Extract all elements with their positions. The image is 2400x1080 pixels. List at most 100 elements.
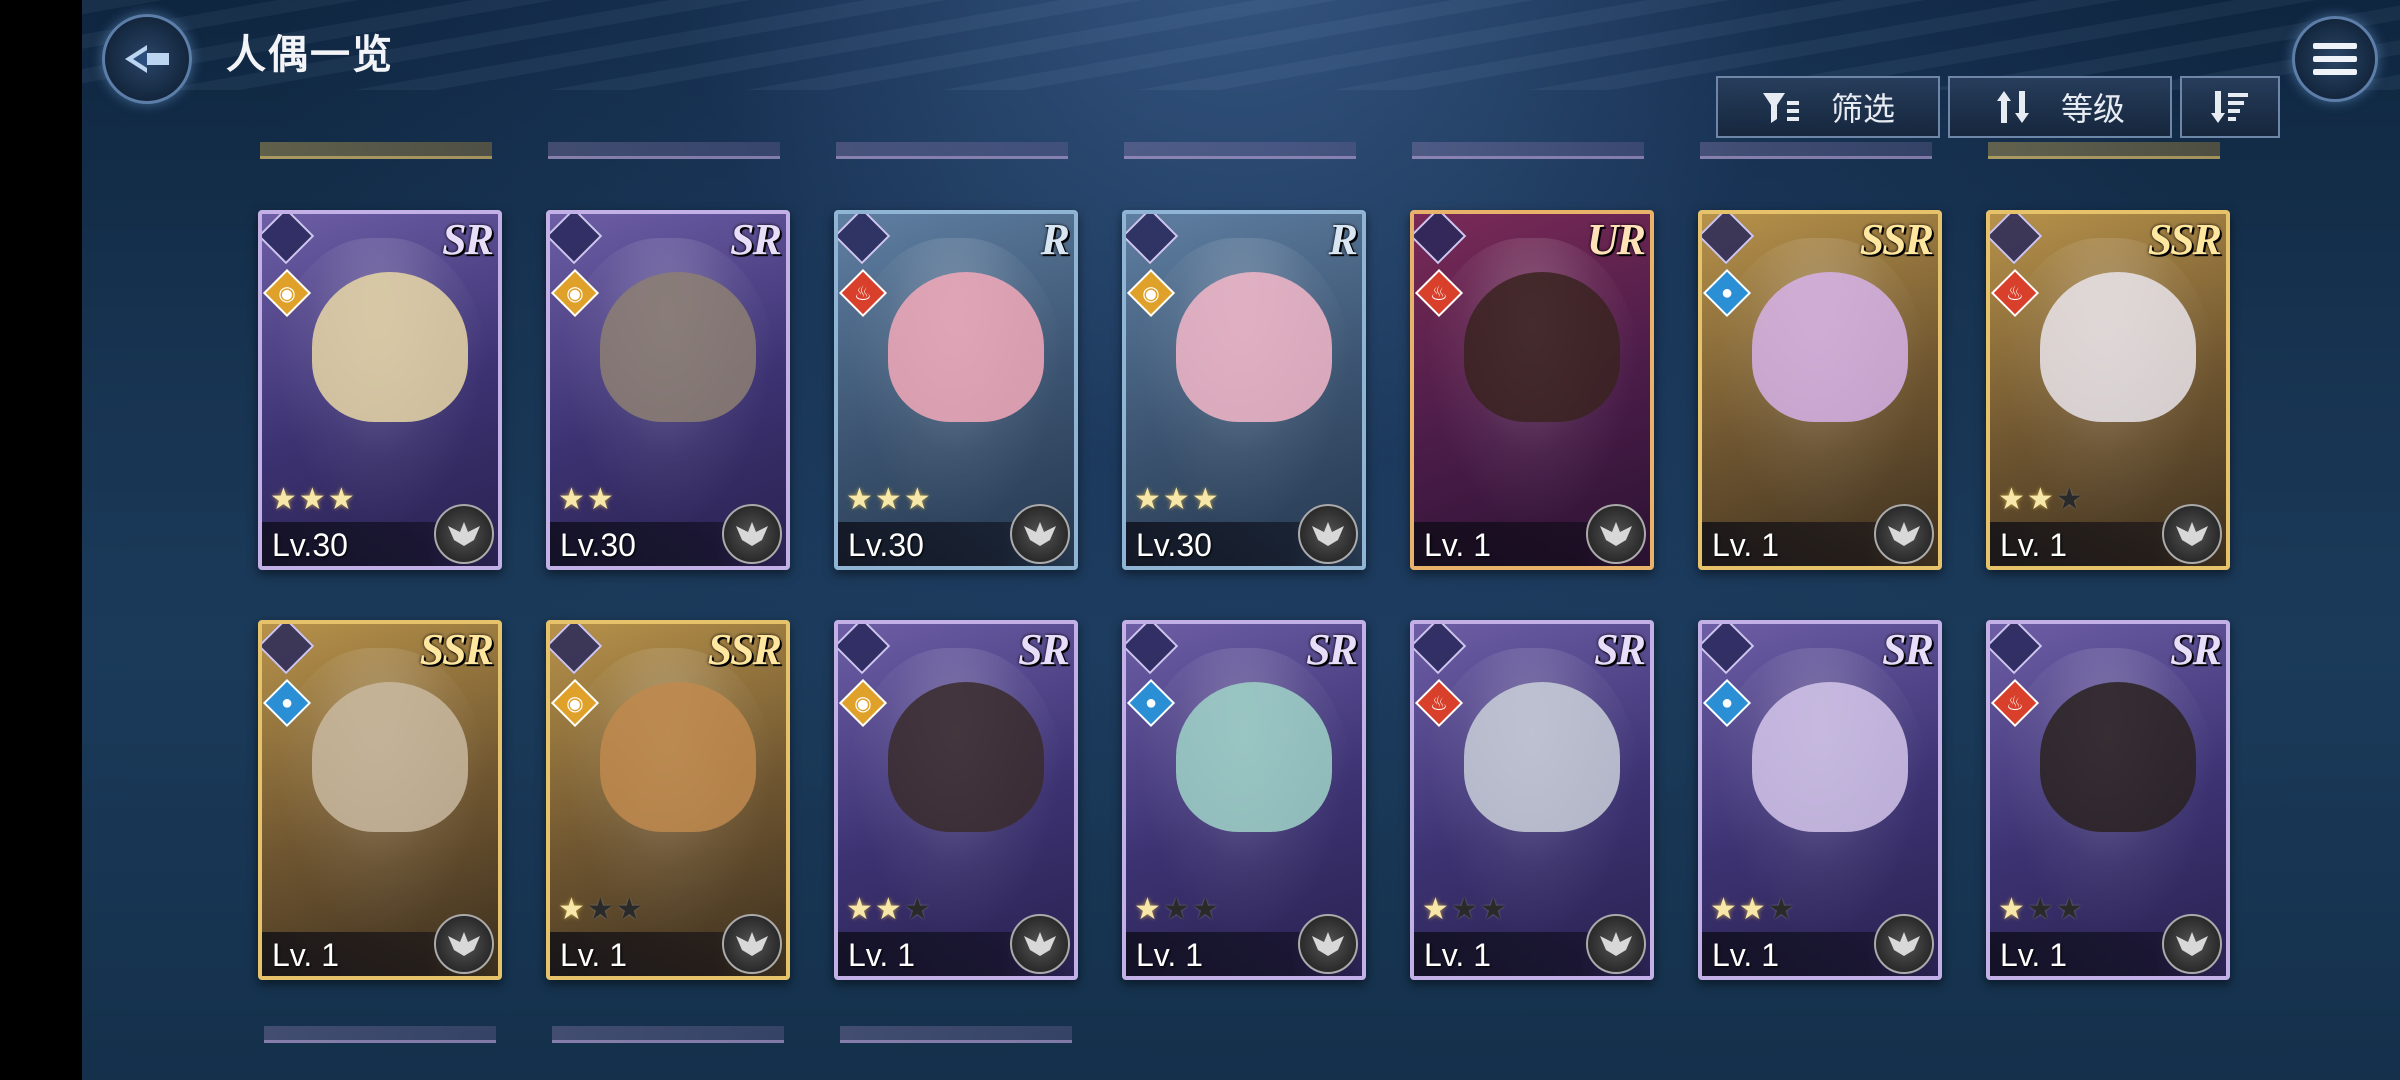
filter-icon: [1762, 93, 1799, 123]
star-icon: ★: [874, 483, 904, 516]
star-icon: ★: [1422, 893, 1451, 926]
star-rating: ★★★: [1998, 482, 2085, 517]
rarity-badge: SR: [1306, 625, 1358, 674]
star-icon: ★: [1134, 483, 1163, 516]
star-icon: ★: [903, 483, 933, 516]
level-label: Lv. 1: [1424, 527, 1491, 563]
character-card[interactable]: ● SR ★★★ Lv. 1: [1122, 620, 1366, 980]
character-art: [2040, 682, 2196, 832]
partial-card[interactable]: [552, 1026, 784, 1043]
star-icon: ★: [1738, 893, 1768, 926]
rarity-badge: SSR: [707, 625, 782, 674]
character-portrait: [272, 648, 488, 940]
class-icon: [1702, 624, 1755, 675]
star-icon: ★: [558, 483, 587, 516]
faction-emblem-icon: [1010, 504, 1070, 564]
rarity-badge: SR: [730, 215, 782, 264]
character-art: [2040, 272, 2196, 422]
star-icon: ★: [1710, 893, 1739, 926]
filter-label: 筛选: [1830, 91, 1895, 127]
character-card[interactable]: ♨ R ★★★ Lv.30: [834, 210, 1078, 570]
character-card[interactable]: ◉ SR ★★★ Lv. 1: [834, 620, 1078, 980]
star-icon: ★: [1450, 893, 1480, 926]
faction-emblem-icon: [722, 504, 782, 564]
character-portrait: [1424, 238, 1640, 530]
star-icon: ★: [2055, 483, 2085, 516]
level-label: Lv. 1: [2000, 937, 2067, 973]
class-icon: [262, 624, 315, 675]
rarity-badge: SR: [1018, 625, 1070, 674]
character-art: [312, 682, 468, 832]
level-label: Lv. 1: [1712, 937, 1779, 973]
star-icon: ★: [1134, 893, 1163, 926]
character-art: [312, 272, 468, 422]
star-icon: ★: [2026, 483, 2056, 516]
sort-arrows-icon: [1996, 91, 2029, 123]
class-icon: [1990, 624, 2043, 675]
sort-by-level-button[interactable]: 等级: [1948, 76, 2172, 138]
rarity-badge: SR: [1882, 625, 1934, 674]
character-grid: ◉ SR ★★★ Lv.30 ◉ SR ★★ Lv.30 ♨ R ★★★ Lv.30 ◉ R ★★★ Lv.3…: [82, 0, 2400, 1080]
rarity-badge: SR: [442, 215, 494, 264]
hamburger-menu-icon: [2313, 43, 2357, 75]
back-button[interactable]: [102, 14, 192, 104]
level-label: Lv.30: [848, 527, 924, 563]
rarity-badge: SR: [1594, 625, 1646, 674]
sort-order-button[interactable]: [2180, 76, 2280, 138]
character-art: [1464, 682, 1620, 832]
sort-order-icon: [2211, 91, 2248, 123]
character-card[interactable]: ◉ SR ★★ Lv.30: [546, 210, 790, 570]
class-icon: [262, 214, 315, 265]
character-card[interactable]: ♨ SR ★★★ Lv. 1: [1410, 620, 1654, 980]
faction-emblem-icon: [1586, 504, 1646, 564]
star-icon: ★: [1998, 893, 2027, 926]
character-card[interactable]: ♨ SR ★★★ Lv. 1: [1986, 620, 2230, 980]
character-card[interactable]: ♨ SSR ★★★ Lv. 1: [1986, 210, 2230, 570]
star-icon: ★: [846, 893, 875, 926]
rarity-badge: R: [1040, 215, 1070, 264]
faction-emblem-icon: [1298, 914, 1358, 974]
star-icon: ★: [1479, 893, 1509, 926]
faction-emblem-icon: [2162, 504, 2222, 564]
page-title: 人偶一览: [226, 33, 394, 77]
class-icon: [550, 624, 603, 675]
star-icon: ★: [586, 483, 616, 516]
class-icon: [1126, 214, 1179, 265]
star-icon: ★: [586, 893, 616, 926]
character-art: [1176, 682, 1332, 832]
star-icon: ★: [2026, 893, 2056, 926]
level-label: Lv. 1: [2000, 527, 2067, 563]
character-card[interactable]: ● SSR Lv. 1: [1698, 210, 1942, 570]
class-icon: [1990, 214, 2043, 265]
class-icon: [1414, 214, 1467, 265]
character-card[interactable]: ◉ R ★★★ Lv.30: [1122, 210, 1366, 570]
partial-card-row-bottom: [82, 1026, 2400, 1046]
filter-button[interactable]: 筛选: [1716, 76, 1940, 138]
character-card[interactable]: ● SSR Lv. 1: [258, 620, 502, 980]
star-rating: ★★★: [846, 482, 933, 517]
partial-card[interactable]: [840, 1026, 1072, 1043]
character-card[interactable]: ◉ SSR ★★★ Lv. 1: [546, 620, 790, 980]
character-art: [1176, 272, 1332, 422]
star-icon: ★: [1162, 893, 1192, 926]
partial-card[interactable]: [264, 1026, 496, 1043]
sort-label: 等级: [2060, 91, 2125, 127]
star-icon: ★: [615, 893, 645, 926]
character-portrait: [1712, 238, 1928, 530]
menu-button[interactable]: [2292, 16, 2378, 102]
character-card[interactable]: ◉ SR ★★★ Lv.30: [258, 210, 502, 570]
class-icon: [1702, 214, 1755, 265]
rarity-badge: SSR: [2147, 215, 2222, 264]
faction-emblem-icon: [2162, 914, 2222, 974]
star-rating: ★★★: [558, 892, 645, 927]
character-art: [888, 682, 1044, 832]
character-card[interactable]: ♨ UR Lv. 1: [1410, 210, 1654, 570]
star-icon: ★: [298, 483, 328, 516]
rarity-badge: UR: [1586, 215, 1646, 264]
faction-emblem-icon: [434, 504, 494, 564]
character-card[interactable]: ● SR ★★★ Lv. 1: [1698, 620, 1942, 980]
character-art: [888, 272, 1044, 422]
rarity-badge: SR: [2170, 625, 2222, 674]
class-icon: [550, 214, 603, 265]
star-rating: ★★★: [1710, 892, 1797, 927]
